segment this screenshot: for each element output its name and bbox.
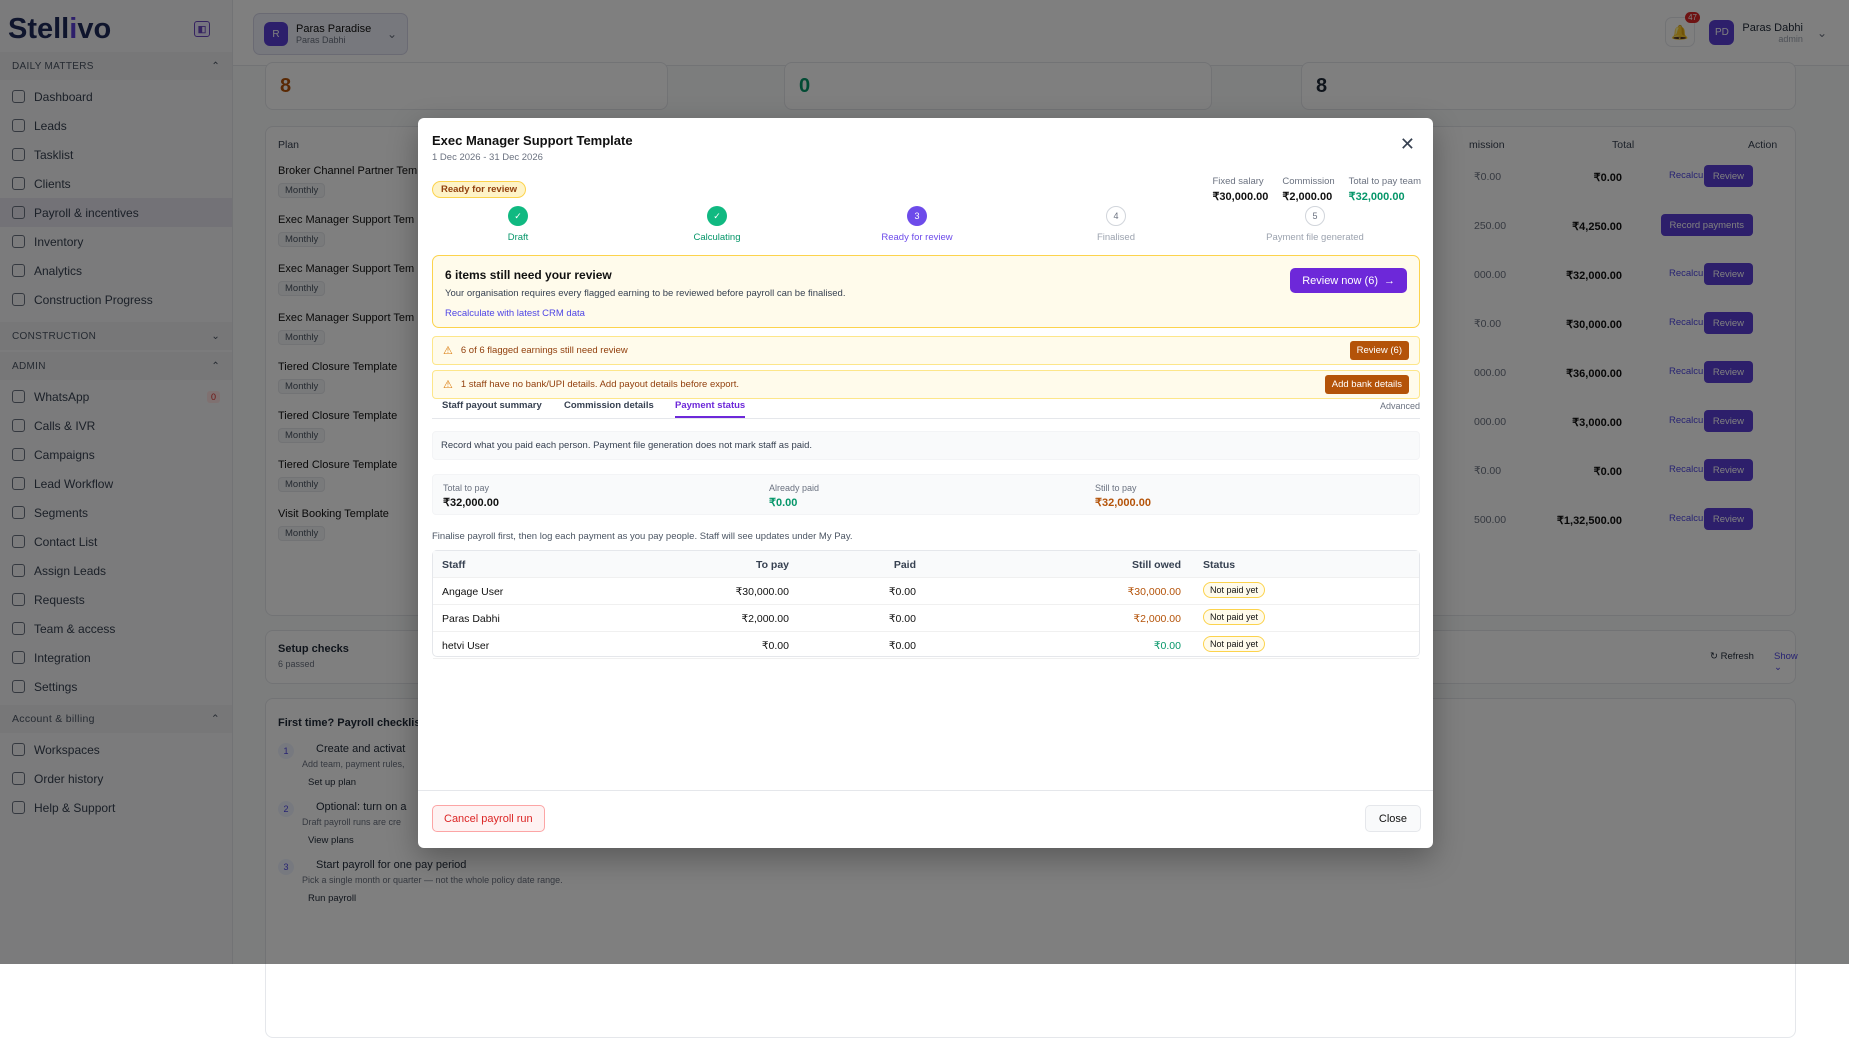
review-now-button[interactable]: Review now (6) → — [1290, 268, 1407, 293]
cancel-payroll-button[interactable]: Cancel payroll run — [432, 805, 545, 832]
status-badge: Ready for review — [432, 181, 527, 198]
to-pay-value: ₹30,000.00 — [735, 586, 789, 598]
paid-value: ₹0.00 — [888, 640, 916, 652]
modal-footer: Cancel payroll run Close — [418, 790, 1433, 848]
status-badge: Not paid yet — [1203, 582, 1266, 598]
staff-name: Paras Dabhi — [442, 613, 500, 625]
already-paid-label: Already paid — [769, 483, 820, 493]
to-pay-value: ₹0.00 — [761, 640, 789, 652]
total-to-pay-label: Total to pay — [443, 483, 490, 493]
progress-stepper: ✓ Draft ✓ Calculating 3 Ready for review 4 F… — [432, 206, 1420, 248]
fixed-salary-summary: Fixed salary ₹30,000.00 — [1212, 176, 1268, 203]
review-subtitle: Your organisation requires every flagged… — [445, 288, 846, 299]
paid-value: ₹0.00 — [888, 613, 916, 625]
step-label: Finalised — [1096, 232, 1136, 243]
modal-date-range: 1 Dec 2026 - 31 Dec 2026 — [432, 152, 543, 163]
commission-value: ₹2,000.00 — [1282, 191, 1333, 203]
review-title: 6 items still need your review — [445, 268, 612, 282]
commission-summary: Commission ₹2,000.00 — [1282, 176, 1334, 203]
add-bank-details-button[interactable]: Add bank details — [1324, 375, 1409, 394]
modal-tabs: Staff payout summary Commission details … — [432, 398, 1420, 419]
step-label: Ready for review — [881, 232, 953, 243]
total-value: ₹32,000.00 — [1348, 191, 1405, 203]
close-icon[interactable]: ✕ — [1400, 134, 1415, 155]
commission-label: Commission — [1282, 176, 1335, 187]
status-badge: Not paid yet — [1203, 636, 1266, 652]
status-badge: Not paid yet — [1203, 609, 1266, 625]
recalculate-link[interactable]: Recalculate with latest CRM data — [445, 308, 1407, 319]
bank-details-warning: ⚠ 1 staff have no bank/UPI details. Add p… — [432, 370, 1420, 399]
table-row: hetvi User ₹0.00 ₹0.00 ₹0.00 Not paid yet — [433, 632, 1419, 659]
table-row: Angage User ₹30,000.00 ₹0.00 ₹30,000.00 Not … — [433, 578, 1419, 605]
warning-text: 6 of 6 flagged earnings still need revie… — [460, 345, 628, 356]
flagged-earnings-warning: ⚠ 6 of 6 flagged earnings still need revi… — [432, 336, 1420, 365]
paid-value: ₹0.00 — [888, 586, 916, 598]
still-to-pay: Still to pay ₹32,000.00 — [1095, 483, 1151, 509]
review-flagged-button[interactable]: Review (6) — [1349, 341, 1409, 360]
payment-info-note: Record what you paid each person. Paymen… — [432, 431, 1420, 460]
warning-icon: ⚠ — [443, 345, 453, 357]
col-paid: Paid — [893, 559, 916, 571]
col-staff: Staff — [442, 559, 466, 571]
step-calculating: ✓ Calculating — [617, 206, 817, 243]
tab-staff-payout-summary[interactable]: Staff payout summary — [442, 400, 542, 411]
warning-icon: ⚠ — [443, 379, 453, 391]
step-label: Calculating — [693, 232, 741, 243]
warning-text: 1 staff have no bank/UPI details. Add pa… — [460, 379, 740, 390]
advanced-link[interactable]: Advanced — [1380, 401, 1420, 411]
staff-name: hetvi User — [442, 640, 490, 652]
payroll-run-modal: Exec Manager Support Template 1 Dec 2026… — [418, 118, 1433, 848]
payment-totals: Total to pay ₹32,000.00 Already paid ₹0.00… — [432, 474, 1420, 515]
finalise-hint: Finalise payroll first, then log each pa… — [432, 531, 853, 542]
still-owed-value: ₹0.00 — [1153, 640, 1181, 652]
total-to-pay: Total to pay ₹32,000.00 — [443, 483, 499, 509]
step-label: Payment file generated — [1266, 232, 1364, 243]
step-number: 5 — [1305, 206, 1325, 226]
total-summary: Total to pay team ₹32,000.00 — [1349, 176, 1421, 203]
check-icon: ✓ — [707, 206, 727, 226]
step-draft: ✓ Draft — [418, 206, 618, 243]
already-paid-value: ₹0.00 — [769, 497, 798, 509]
step-label: Draft — [507, 232, 529, 243]
modal-title: Exec Manager Support Template — [432, 133, 633, 148]
col-to-pay: To pay — [755, 559, 789, 571]
review-alert: 6 items still need your review Your orga… — [432, 255, 1420, 328]
step-number: 4 — [1106, 206, 1126, 226]
pay-summary: Fixed salary ₹30,000.00 Commission ₹2,000.… — [1212, 176, 1421, 203]
step-number: 3 — [907, 206, 927, 226]
table-header: Staff To pay Paid Still owed Status — [433, 551, 1419, 578]
already-paid: Already paid ₹0.00 — [769, 483, 819, 509]
to-pay-value: ₹2,000.00 — [741, 613, 789, 625]
still-to-pay-value: ₹32,000.00 — [1095, 497, 1151, 509]
review-now-label: Review now (6) — [1302, 274, 1378, 287]
fixed-salary-value: ₹30,000.00 — [1212, 191, 1269, 203]
close-button[interactable]: Close — [1364, 805, 1421, 832]
payment-status-table: Staff To pay Paid Still owed Status Anga… — [432, 550, 1420, 659]
total-label: Total to pay team — [1348, 176, 1421, 187]
still-owed-value: ₹30,000.00 — [1127, 586, 1181, 598]
tab-payment-status[interactable]: Payment status — [675, 400, 746, 418]
still-owed-value: ₹2,000.00 — [1133, 613, 1181, 625]
col-status: Status — [1203, 559, 1236, 571]
step-payment-file: 5 Payment file generated — [1215, 206, 1415, 243]
step-finalised: 4 Finalised — [1016, 206, 1216, 243]
col-still-owed: Still owed — [1131, 559, 1181, 571]
arrow-right-icon: → — [1384, 274, 1395, 287]
total-to-pay-value: ₹32,000.00 — [443, 497, 499, 509]
table-row: Paras Dabhi ₹2,000.00 ₹0.00 ₹2,000.00 Not pa… — [433, 605, 1419, 632]
step-ready-for-review: 3 Ready for review — [817, 206, 1017, 243]
check-icon: ✓ — [508, 206, 528, 226]
staff-name: Angage User — [442, 586, 504, 598]
still-to-pay-label: Still to pay — [1095, 483, 1137, 493]
tab-commission-details[interactable]: Commission details — [564, 400, 654, 411]
fixed-salary-label: Fixed salary — [1212, 176, 1264, 187]
